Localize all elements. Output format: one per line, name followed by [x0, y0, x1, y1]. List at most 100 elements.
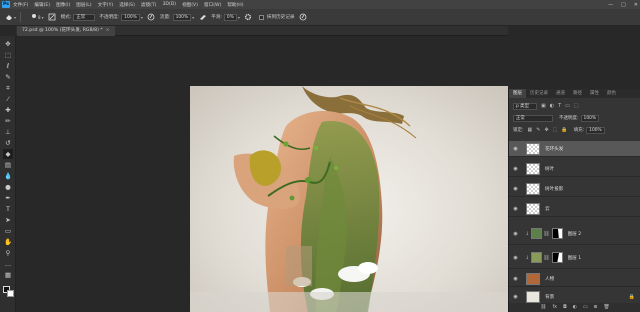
trash-icon[interactable]: 🗑: [604, 305, 610, 310]
menu-filter[interactable]: 滤镜(T): [141, 2, 157, 8]
filter-image-icon[interactable]: ▣: [541, 103, 546, 109]
canvas-area[interactable]: [16, 37, 508, 312]
history-brush-tool-icon[interactable]: ↺: [3, 138, 13, 148]
maximize-button[interactable]: □: [621, 2, 626, 8]
menu-view[interactable]: 视图(V): [182, 2, 198, 8]
menu-help[interactable]: 帮助(H): [227, 2, 243, 8]
more-tools-icon[interactable]: …: [3, 259, 13, 269]
layer-row[interactable]: ◉ 人物: [509, 271, 640, 287]
hand-tool-icon[interactable]: ✋: [3, 237, 13, 247]
shape-tool-icon[interactable]: ▭: [3, 226, 13, 236]
menu-select[interactable]: 选择(S): [119, 2, 135, 8]
brush-tool-icon[interactable]: ✏: [3, 116, 13, 126]
lock-all-icon[interactable]: 🔒: [561, 127, 567, 133]
document-canvas-image[interactable]: [190, 86, 508, 312]
link-icon[interactable]: ⛓: [543, 255, 549, 261]
opacity-field[interactable]: 100%: [121, 13, 140, 21]
tab-layers[interactable]: 图层: [509, 89, 526, 98]
eye-icon[interactable]: ◉: [511, 294, 520, 300]
layer-opacity-field[interactable]: 100%: [580, 114, 600, 122]
airbrush-icon[interactable]: [198, 13, 207, 22]
brush-settings-icon[interactable]: [48, 13, 57, 22]
layer-filter-select[interactable]: p 类型: [513, 102, 537, 110]
erase-to-history-checkbox[interactable]: [258, 14, 264, 20]
menu-layer[interactable]: 图层(L): [76, 2, 91, 8]
menu-3d[interactable]: 3D(D): [162, 2, 176, 7]
gradient-tool-icon[interactable]: ▤: [3, 160, 13, 170]
menu-type[interactable]: 文字(Y): [98, 2, 114, 8]
tool-preset-caret-icon[interactable]: ▾: [14, 15, 16, 20]
tab-history[interactable]: 历史记录: [526, 89, 552, 98]
layer-row[interactable]: ◉ 花环头发: [509, 141, 640, 157]
brush-size-caret-icon[interactable]: ▾: [42, 15, 44, 20]
filter-shape-icon[interactable]: ▭: [565, 103, 570, 109]
eye-icon[interactable]: ◉: [511, 276, 520, 282]
brush-preset-icon[interactable]: [29, 13, 38, 22]
smoothing-field[interactable]: 0%: [223, 13, 237, 21]
eraser-tool-icon[interactable]: ◆: [3, 149, 13, 159]
layer-row[interactable]: ◉ ↓ ⛓ 图层 2: [509, 223, 640, 245]
pressure-size-icon[interactable]: [298, 13, 307, 22]
eye-icon[interactable]: ◉: [511, 255, 520, 261]
lock-pixels-icon[interactable]: ✎: [536, 127, 540, 133]
filter-adjustment-icon[interactable]: ◐: [550, 103, 554, 109]
pen-tool-icon[interactable]: ✒: [3, 193, 13, 203]
lock-transparency-icon[interactable]: ▦: [528, 127, 533, 133]
adjustment-layer-icon[interactable]: ◐: [573, 305, 577, 310]
layer-row[interactable]: ◉ 树叶: [509, 161, 640, 177]
menu-window[interactable]: 窗口(W): [204, 2, 221, 8]
flow-field[interactable]: 100%: [172, 13, 192, 21]
eye-icon[interactable]: ◉: [511, 231, 520, 237]
link-layers-icon[interactable]: ⛓: [540, 305, 546, 310]
marquee-tool-icon[interactable]: ⬚: [3, 50, 13, 60]
layer-mask-thumbnail[interactable]: [551, 228, 563, 239]
gear-icon[interactable]: [244, 13, 253, 22]
layer-fill-field[interactable]: 100%: [586, 126, 605, 134]
eyedropper-tool-icon[interactable]: ⁄: [3, 94, 13, 104]
eye-icon[interactable]: ◉: [511, 166, 520, 172]
eye-icon[interactable]: ◉: [511, 206, 520, 212]
pressure-opacity-icon[interactable]: [147, 13, 156, 22]
type-tool-icon[interactable]: T: [3, 204, 13, 214]
background-color-swatch[interactable]: [7, 290, 14, 297]
healing-tool-icon[interactable]: ✚: [3, 105, 13, 115]
close-document-icon[interactable]: ×: [106, 28, 110, 33]
tab-paths[interactable]: 路径: [569, 89, 586, 98]
blur-tool-icon[interactable]: 💧: [3, 171, 13, 181]
filter-type-icon[interactable]: T: [558, 103, 561, 109]
filter-smart-object-icon[interactable]: ⬚: [574, 103, 579, 109]
zoom-tool-icon[interactable]: ⚲: [3, 248, 13, 258]
fx-icon[interactable]: fx: [552, 305, 557, 310]
document-tab[interactable]: 72.psd @ 100% (花环头发, RGB/8) * ×: [17, 26, 115, 36]
menu-image[interactable]: 图像(I): [56, 2, 70, 8]
move-tool-icon[interactable]: ✥: [3, 39, 13, 49]
tab-color[interactable]: 颜色: [603, 89, 620, 98]
link-icon[interactable]: ⛓: [543, 231, 549, 237]
eraser-tool-icon[interactable]: [4, 13, 13, 22]
minimize-button[interactable]: —: [608, 2, 613, 8]
new-layer-icon[interactable]: ⊞: [594, 305, 598, 310]
lock-artboard-icon[interactable]: ⬚: [553, 127, 558, 133]
lock-position-icon[interactable]: ✥: [544, 127, 548, 133]
eye-icon[interactable]: ◉: [511, 186, 520, 192]
layer-row[interactable]: ◉ 树叶投影: [509, 181, 640, 197]
new-group-icon[interactable]: ▭: [583, 305, 588, 310]
close-button[interactable]: ✕: [634, 2, 638, 8]
blend-mode-select[interactable]: 正常: [513, 114, 553, 122]
tab-properties[interactable]: 属性: [586, 89, 603, 98]
flow-caret-icon[interactable]: ▾: [192, 15, 194, 20]
smoothing-caret-icon[interactable]: ▾: [238, 15, 240, 20]
eye-icon[interactable]: ◉: [511, 146, 520, 152]
menu-edit[interactable]: 编辑(E): [34, 2, 50, 8]
opacity-caret-icon[interactable]: ▾: [141, 15, 143, 20]
layer-mask-thumbnail[interactable]: [551, 252, 563, 263]
mode-select[interactable]: 正常: [73, 13, 96, 21]
path-select-tool-icon[interactable]: ➤: [3, 215, 13, 225]
edit-toolbar-icon[interactable]: ▦: [3, 270, 13, 280]
add-mask-icon[interactable]: ◘: [563, 305, 567, 310]
quick-select-tool-icon[interactable]: ✎: [3, 72, 13, 82]
tab-channels[interactable]: 通道: [552, 89, 569, 98]
menu-file[interactable]: 文件(F): [13, 2, 28, 8]
layer-row[interactable]: ◉ ↓ ⛓ 图层 1: [509, 247, 640, 269]
dodge-tool-icon[interactable]: ●: [3, 182, 13, 192]
